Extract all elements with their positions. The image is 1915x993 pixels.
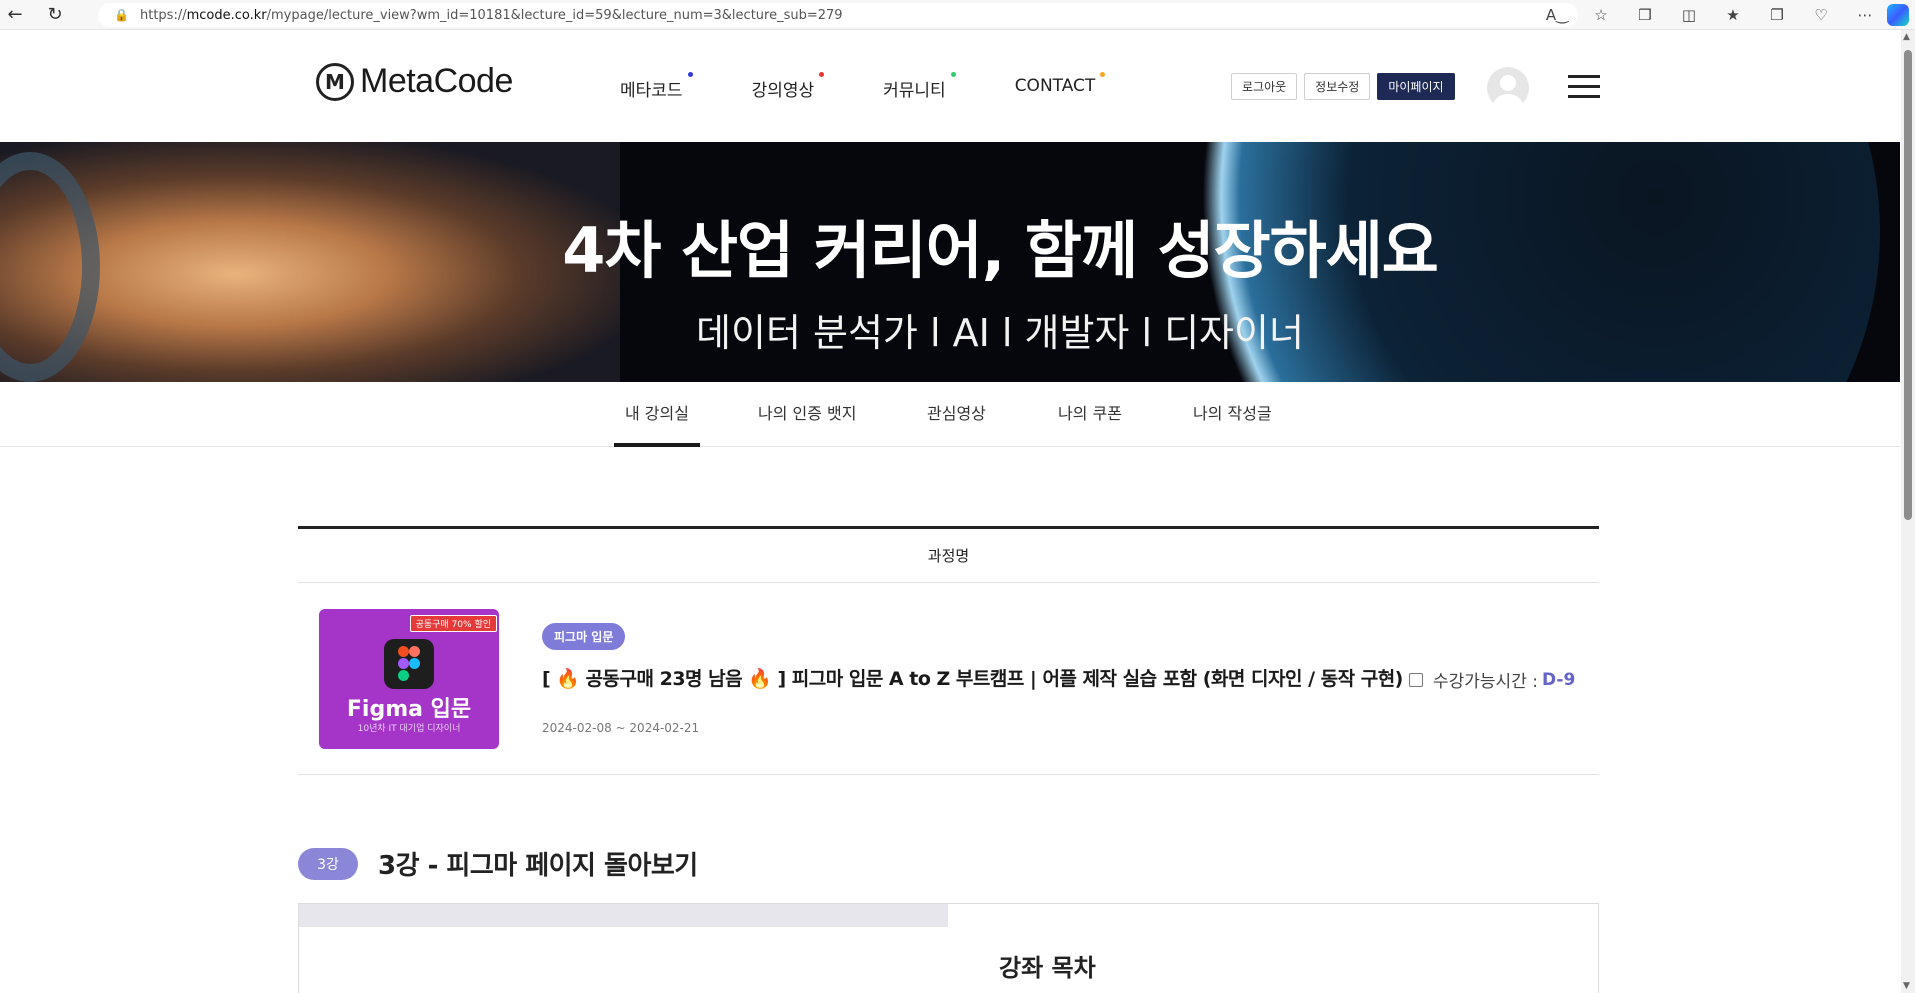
back-icon[interactable]: ← — [0, 0, 30, 30]
course-thumbnail[interactable]: 공동구매 70% 할인 Figma 입문 10년차 IT 대기업 디자이너 — [319, 609, 499, 749]
site-logo[interactable]: M MetaCode — [316, 62, 513, 101]
extensions-icon[interactable]: ❒ — [1623, 0, 1667, 30]
logo-mark: M — [316, 62, 354, 101]
nav-item-contact[interactable]: CONTACT — [1015, 72, 1106, 101]
url-path: /mypage/lecture_view?wm_id=10181&lecture… — [266, 7, 843, 23]
table-row: 공동구매 70% 할인 Figma 입문 10년차 IT 대기업 디자이너 피그… — [298, 583, 1599, 775]
toc-title: 강좌 목차 — [999, 954, 1096, 982]
nav-dot — [1100, 72, 1106, 77]
lecture-panel: 강좌 목차 — [298, 903, 1599, 993]
banner-subtitle: 데이터 분석가 l AI l 개발자 l 디자이너 — [696, 311, 1304, 355]
utility-buttons: 로그아웃 정보수정 마이페이지 — [1231, 73, 1462, 100]
copilot-icon[interactable] — [1887, 4, 1909, 26]
nav-dot — [950, 72, 956, 77]
favorites-icon[interactable]: ★ — [1711, 0, 1755, 30]
scrollbar-thumb[interactable] — [1904, 50, 1912, 520]
course-title[interactable]: [ 🔥 공동구매 23명 남음 🔥 ] 피그마 입문 A to Z 부트캠프 |… — [542, 664, 1403, 691]
url-prefix: https:// — [140, 7, 187, 23]
logout-button[interactable]: 로그아웃 — [1231, 73, 1298, 100]
url-host: mcode.co.kr — [186, 7, 267, 23]
tab-coupons[interactable]: 나의 쿠폰 — [1058, 400, 1122, 447]
tab-favorites[interactable]: 관심영상 — [927, 400, 986, 447]
tab-badges[interactable]: 나의 인증 뱃지 — [758, 400, 857, 447]
avatar[interactable] — [1487, 67, 1529, 109]
mypage-button[interactable]: 마이페이지 — [1377, 73, 1455, 100]
video-area[interactable] — [299, 904, 948, 927]
calendar-icon — [1409, 672, 1423, 687]
nav-item-lectures[interactable]: 강의영상 — [752, 72, 825, 101]
logo-text: MetaCode — [360, 62, 513, 100]
read-aloud-icon[interactable]: A‿ — [1535, 0, 1579, 30]
favorite-star-icon[interactable]: ☆ — [1579, 0, 1623, 30]
split-screen-icon[interactable]: ◫ — [1667, 0, 1711, 30]
course-table: 과정명 공동구매 70% 할인 Figma 입문 10년차 IT 대기업 디자이… — [298, 526, 1599, 775]
lecture-heading: 3강 3강 - 피그마 페이지 돌아보기 — [298, 845, 698, 882]
address-bar[interactable]: 🔒 https://mcode.co.kr/mypage/lecture_vie… — [98, 3, 1578, 27]
site-header: M MetaCode 메타코드 강의영상 커뮤니티 CONTACT 로그아웃 정… — [0, 30, 1900, 142]
hero-banner: 4차 산업 커리어, 함께 성장하세요 데이터 분석가 l AI l 개발자 l… — [0, 142, 1900, 382]
access-dday: D-9 — [1541, 669, 1576, 690]
scroll-up-icon[interactable]: ▲ — [1903, 32, 1910, 42]
access-period: 수강가능시간 : D-9 — [1409, 667, 1575, 692]
access-label: 수강가능시간 : — [1433, 672, 1538, 692]
collections-icon[interactable]: ❐ — [1755, 0, 1799, 30]
tab-my-posts[interactable]: 나의 작성글 — [1193, 400, 1272, 447]
performance-icon[interactable]: ♡ — [1799, 0, 1843, 30]
course-date-range: 2024-02-08 ~ 2024-02-21 — [542, 721, 700, 735]
nav-dot — [687, 72, 693, 77]
reload-icon[interactable]: ↻ — [40, 0, 70, 30]
lecture-number-pill: 3강 — [298, 847, 358, 880]
lecture-title: 3강 - 피그마 페이지 돌아보기 — [378, 851, 698, 881]
nav-item-community[interactable]: 커뮤니티 — [883, 72, 956, 101]
edit-info-button[interactable]: 정보수정 — [1304, 73, 1371, 100]
figma-icon — [384, 639, 434, 689]
thumbnail-title: Figma 입문 — [346, 697, 472, 722]
nav-dot — [819, 72, 825, 77]
scroll-down-icon[interactable]: ▼ — [1903, 981, 1910, 991]
main-nav: 메타코드 강의영상 커뮤니티 CONTACT — [620, 72, 1164, 101]
page-scrollbar[interactable]: ▲ ▼ — [1901, 30, 1915, 993]
banner-title: 4차 산업 커리어, 함께 성장하세요 — [562, 214, 1439, 287]
avatar-body — [1493, 94, 1523, 109]
mypage-tabs: 내 강의실 나의 인증 뱃지 관심영상 나의 쿠폰 나의 작성글 — [0, 382, 1900, 447]
more-icon[interactable]: ⋯ — [1843, 0, 1887, 30]
browser-toolbar: ← ↻ 🔒 https://mcode.co.kr/mypage/lecture… — [0, 0, 1915, 30]
thumbnail-subtitle: 10년차 IT 대기업 디자이너 — [357, 724, 461, 734]
nav-item-metacode[interactable]: 메타코드 — [620, 72, 693, 101]
category-badge: 피그마 입문 — [542, 623, 626, 650]
column-header-course: 과정명 — [298, 529, 1599, 583]
menu-icon[interactable] — [1568, 75, 1600, 99]
sale-badge: 공동구매 70% 할인 — [409, 615, 497, 632]
lock-icon: 🔒 — [114, 8, 129, 22]
avatar-head — [1500, 75, 1516, 91]
tab-my-classroom[interactable]: 내 강의실 — [614, 400, 700, 447]
